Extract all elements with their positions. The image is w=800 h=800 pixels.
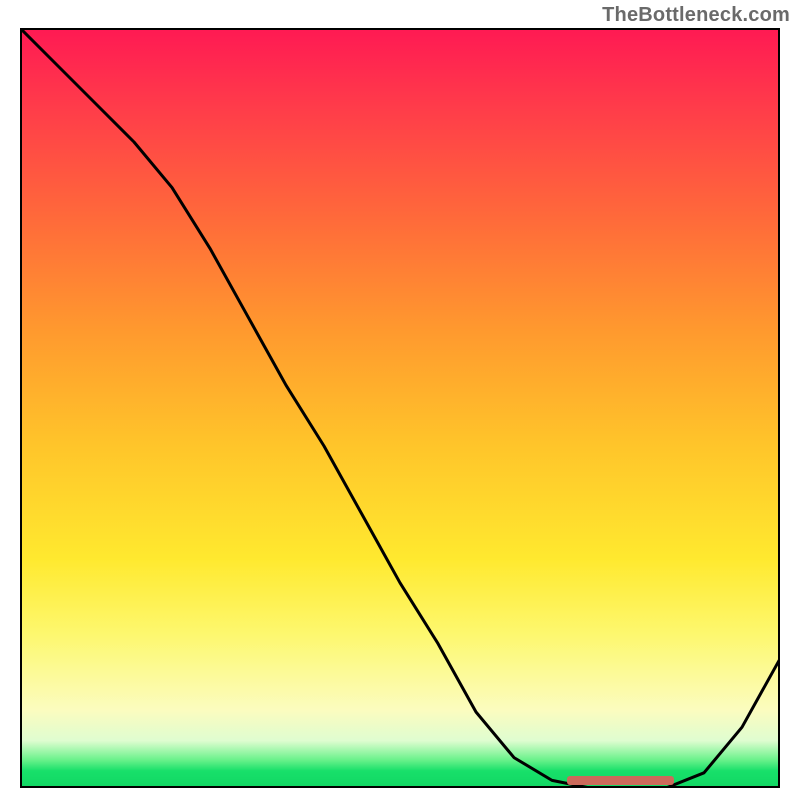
- optimal-range-marker: [567, 776, 673, 785]
- chart-area: [20, 28, 780, 788]
- curve-layer: [20, 28, 780, 788]
- watermark-text: TheBottleneck.com: [602, 4, 790, 27]
- bottleneck-curve: [20, 28, 780, 788]
